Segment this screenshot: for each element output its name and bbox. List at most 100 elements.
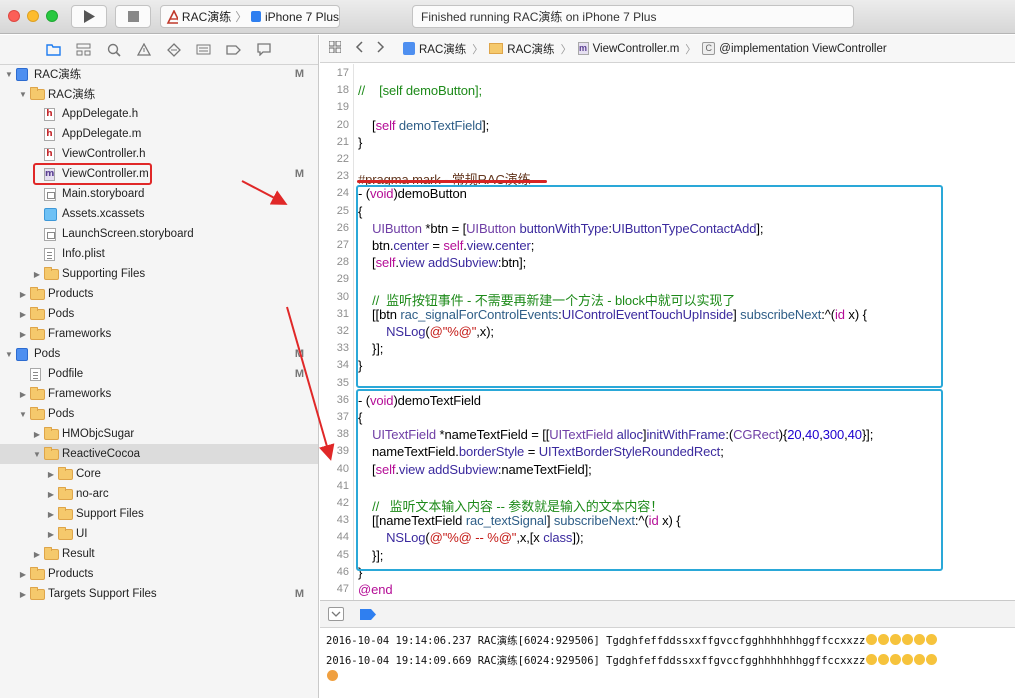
- folder-icon: [30, 327, 45, 340]
- jumpbar-file-label: ViewController.m: [592, 42, 680, 55]
- disclosure-collapsed-icon[interactable]: ▶: [18, 390, 28, 399]
- folder-icon: [30, 387, 45, 400]
- tree-item[interactable]: ▼ ReactiveCocoa: [0, 444, 318, 464]
- breakpoint-icon[interactable]: [222, 40, 245, 60]
- plist-icon: [44, 248, 55, 261]
- line-number: 29: [336, 273, 349, 286]
- disclosure-expanded-icon[interactable]: ▼: [18, 410, 28, 419]
- folder-icon: [58, 467, 73, 480]
- back-arrow-icon[interactable]: [355, 41, 363, 56]
- tree-item[interactable]: ▶ UI: [0, 524, 318, 544]
- project-icon: [16, 68, 28, 81]
- tree-item[interactable]: ▶ Support Files: [0, 504, 318, 524]
- line-number: 19: [336, 101, 349, 114]
- tree-item[interactable]: ▼ Pods: [0, 404, 318, 424]
- report-icon[interactable]: [252, 40, 275, 60]
- tree-item[interactable]: ▶ Supporting Files: [0, 264, 318, 284]
- jumpbar-group[interactable]: RAC演练: [489, 41, 555, 57]
- search-icon[interactable]: [102, 40, 125, 60]
- tree-item[interactable]: ▶ Frameworks: [0, 324, 318, 344]
- disclosure-collapsed-icon[interactable]: ▶: [18, 570, 28, 579]
- annotation-highlight-box: [33, 163, 152, 185]
- emoji-icon: [866, 654, 878, 665]
- scheme-selector[interactable]: RAC演练 〉 iPhone 7 Plus: [160, 5, 340, 28]
- jumpbar-symbol[interactable]: C @implementation ViewController: [702, 42, 887, 55]
- tree-item[interactable]: ▼ Pods M: [0, 344, 318, 364]
- tree-item[interactable]: ▶ Core: [0, 464, 318, 484]
- tree-item[interactable]: Main.storyboard: [0, 184, 318, 204]
- hide-debug-area-button[interactable]: [328, 607, 344, 621]
- tree-item[interactable]: ▶ Products: [0, 284, 318, 304]
- disclosure-collapsed-icon[interactable]: ▶: [18, 330, 28, 339]
- emoji-icon: [914, 654, 926, 665]
- tree-item-label: Targets Support Files: [48, 588, 157, 600]
- debug-icon[interactable]: [192, 40, 215, 60]
- disclosure-collapsed-icon[interactable]: ▶: [46, 510, 56, 519]
- line-number: 22: [336, 153, 349, 165]
- tree-item[interactable]: ▶ no-arc: [0, 484, 318, 504]
- disclosure-collapsed-icon[interactable]: ▶: [32, 430, 42, 439]
- status-text: Finished running RAC演练 on iPhone 7 Plus: [421, 10, 657, 24]
- tree-item[interactable]: Assets.xcassets: [0, 204, 318, 224]
- tree-item[interactable]: ▶ Frameworks: [0, 384, 318, 404]
- disclosure-expanded-icon[interactable]: ▼: [32, 450, 42, 459]
- disclosure-collapsed-icon[interactable]: ▶: [18, 290, 28, 299]
- activity-status: Finished running RAC演练 on iPhone 7 Plus: [412, 5, 854, 28]
- line-number: 33: [336, 342, 349, 355]
- jumpbar-file[interactable]: m ViewController.m: [577, 42, 680, 55]
- tree-item[interactable]: Info.plist: [0, 244, 318, 264]
- chevron-right-icon: 〉: [560, 43, 572, 56]
- tree-item[interactable]: ▼ RAC演练: [0, 84, 318, 104]
- close-window-button[interactable]: [8, 10, 20, 22]
- test-icon[interactable]: [162, 40, 185, 60]
- folder-icon[interactable]: [42, 40, 65, 60]
- stop-button[interactable]: [115, 5, 151, 28]
- line-number: 46: [336, 565, 349, 578]
- tree-item[interactable]: ▶ Products: [0, 564, 318, 584]
- tree-item[interactable]: h AppDelegate.h: [0, 104, 318, 124]
- disclosure-collapsed-icon[interactable]: ▶: [18, 590, 28, 599]
- disclosure-collapsed-icon[interactable]: ▶: [46, 490, 56, 499]
- tree-item[interactable]: ▶ Result: [0, 544, 318, 564]
- hierarchy-icon[interactable]: [72, 40, 95, 60]
- forward-arrow-icon[interactable]: [377, 41, 385, 56]
- line-number: 32: [336, 325, 349, 337]
- disclosure-expanded-icon[interactable]: ▼: [4, 70, 14, 79]
- debug-console[interactable]: 2016-10-04 19:14:06.237 RAC演练[6024:92950…: [320, 628, 1015, 698]
- tree-item[interactable]: ▶ Pods: [0, 304, 318, 324]
- emoji-icon: [890, 654, 902, 665]
- zoom-window-button[interactable]: [46, 10, 58, 22]
- tree-item[interactable]: LaunchScreen.storyboard: [0, 224, 318, 244]
- disclosure-collapsed-icon[interactable]: ▶: [46, 530, 56, 539]
- disclosure-collapsed-icon[interactable]: ▶: [18, 310, 28, 319]
- tree-item[interactable]: Podfile M: [0, 364, 318, 384]
- project-icon: [16, 348, 28, 361]
- tree-item-label: Result: [62, 548, 95, 560]
- tree-item[interactable]: ▶ Targets Support Files M: [0, 584, 318, 604]
- folder-icon: [58, 527, 73, 540]
- tree-item-label: Supporting Files: [62, 268, 146, 280]
- run-button[interactable]: [71, 5, 107, 28]
- tree-item[interactable]: h ViewController.h: [0, 144, 318, 164]
- tree-item[interactable]: h AppDelegate.m: [0, 124, 318, 144]
- line-number: 39: [336, 445, 349, 458]
- disclosure-collapsed-icon[interactable]: ▶: [32, 270, 42, 279]
- scm-status-badge: M: [294, 348, 304, 360]
- disclosure-expanded-icon[interactable]: ▼: [4, 350, 14, 359]
- breakpoints-toggle-button[interactable]: [360, 609, 376, 623]
- navigator-toolbar: [0, 35, 318, 65]
- minimize-window-button[interactable]: [27, 10, 39, 22]
- tree-item[interactable]: ▶ HMObjcSugar: [0, 424, 318, 444]
- disclosure-expanded-icon[interactable]: ▼: [18, 90, 28, 99]
- warning-icon[interactable]: [132, 40, 155, 60]
- chevron-down-icon: [331, 611, 341, 617]
- code-line: [self demoTextField];: [358, 117, 490, 133]
- emoji-icon: [914, 634, 926, 645]
- disclosure-collapsed-icon[interactable]: ▶: [46, 470, 56, 479]
- related-items-icon[interactable]: [328, 40, 342, 56]
- code-line: }: [358, 134, 363, 150]
- tree-item[interactable]: ▼ RAC演练 M: [0, 64, 318, 84]
- disclosure-collapsed-icon[interactable]: ▶: [32, 550, 42, 559]
- class-symbol-icon: C: [702, 42, 716, 55]
- jumpbar-project[interactable]: RAC演练: [403, 41, 466, 57]
